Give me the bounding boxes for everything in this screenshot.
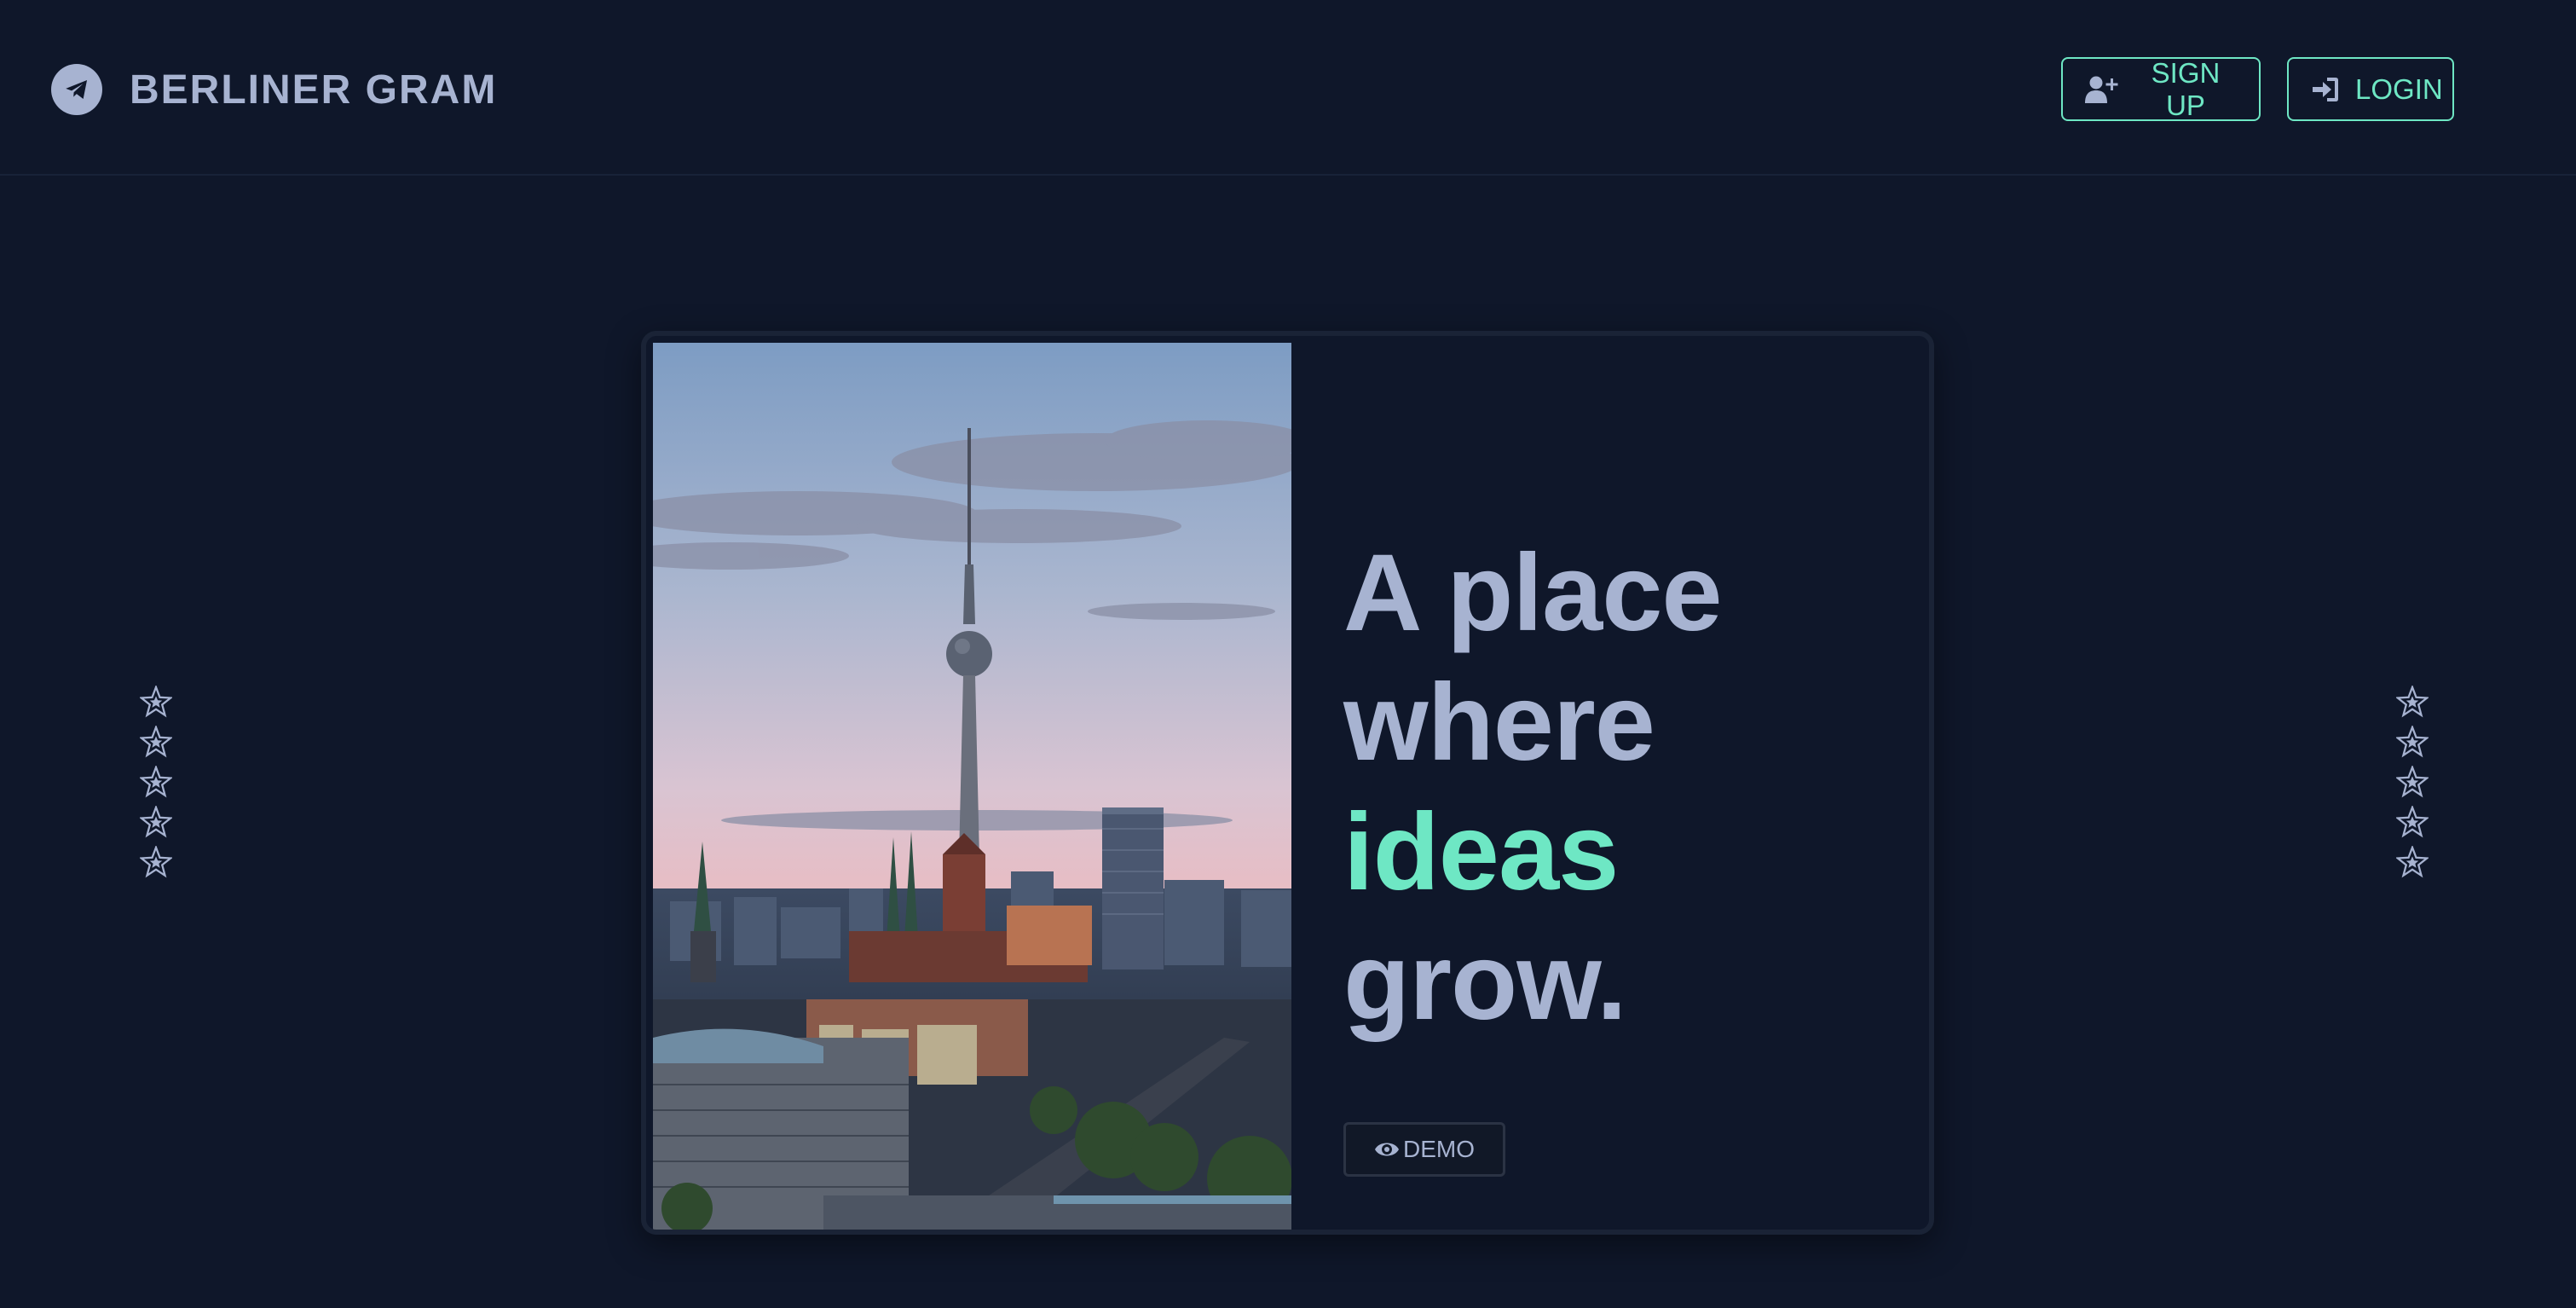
star-icon — [140, 846, 172, 878]
star-icon — [140, 686, 172, 718]
sign-up-button[interactable]: SIGN UP — [2061, 57, 2261, 121]
headline-line-4: grow. — [1343, 921, 1627, 1043]
sign-in-icon — [2311, 75, 2340, 104]
sign-up-label: SIGN UP — [2151, 56, 2221, 121]
top-navbar: BERLINER GRAM SIGN UP LOGIN — [0, 0, 2576, 176]
star-icon — [2396, 686, 2429, 718]
demo-button[interactable]: DEMO — [1343, 1122, 1505, 1177]
brand[interactable]: BERLINER GRAM — [51, 63, 497, 116]
star-icon — [2396, 726, 2429, 758]
star-icon — [140, 766, 172, 798]
hero-image — [653, 343, 1291, 1230]
star-icon — [2396, 846, 2429, 878]
user-plus-icon — [2085, 75, 2119, 104]
star-icon — [2396, 766, 2429, 798]
login-button[interactable]: LOGIN — [2287, 57, 2454, 121]
paper-plane-icon — [51, 64, 102, 115]
star-column-right — [2396, 686, 2430, 878]
star-icon — [2396, 806, 2429, 838]
headline-accent-word: ideas — [1343, 791, 1619, 913]
star-icon — [140, 726, 172, 758]
star-icon — [140, 806, 172, 838]
hero-headline: A place where ideas grow. — [1343, 529, 1723, 1047]
hero-card: A place where ideas grow. DEMO — [641, 331, 1934, 1235]
login-label: LOGIN — [2355, 72, 2443, 105]
star-column-left — [140, 686, 174, 878]
headline-line-2: where — [1343, 662, 1655, 784]
brand-name: BERLINER GRAM — [130, 67, 498, 113]
headline-line-1: A place — [1343, 532, 1723, 654]
demo-label: DEMO — [1403, 1136, 1475, 1162]
eye-icon — [1375, 1143, 1399, 1156]
